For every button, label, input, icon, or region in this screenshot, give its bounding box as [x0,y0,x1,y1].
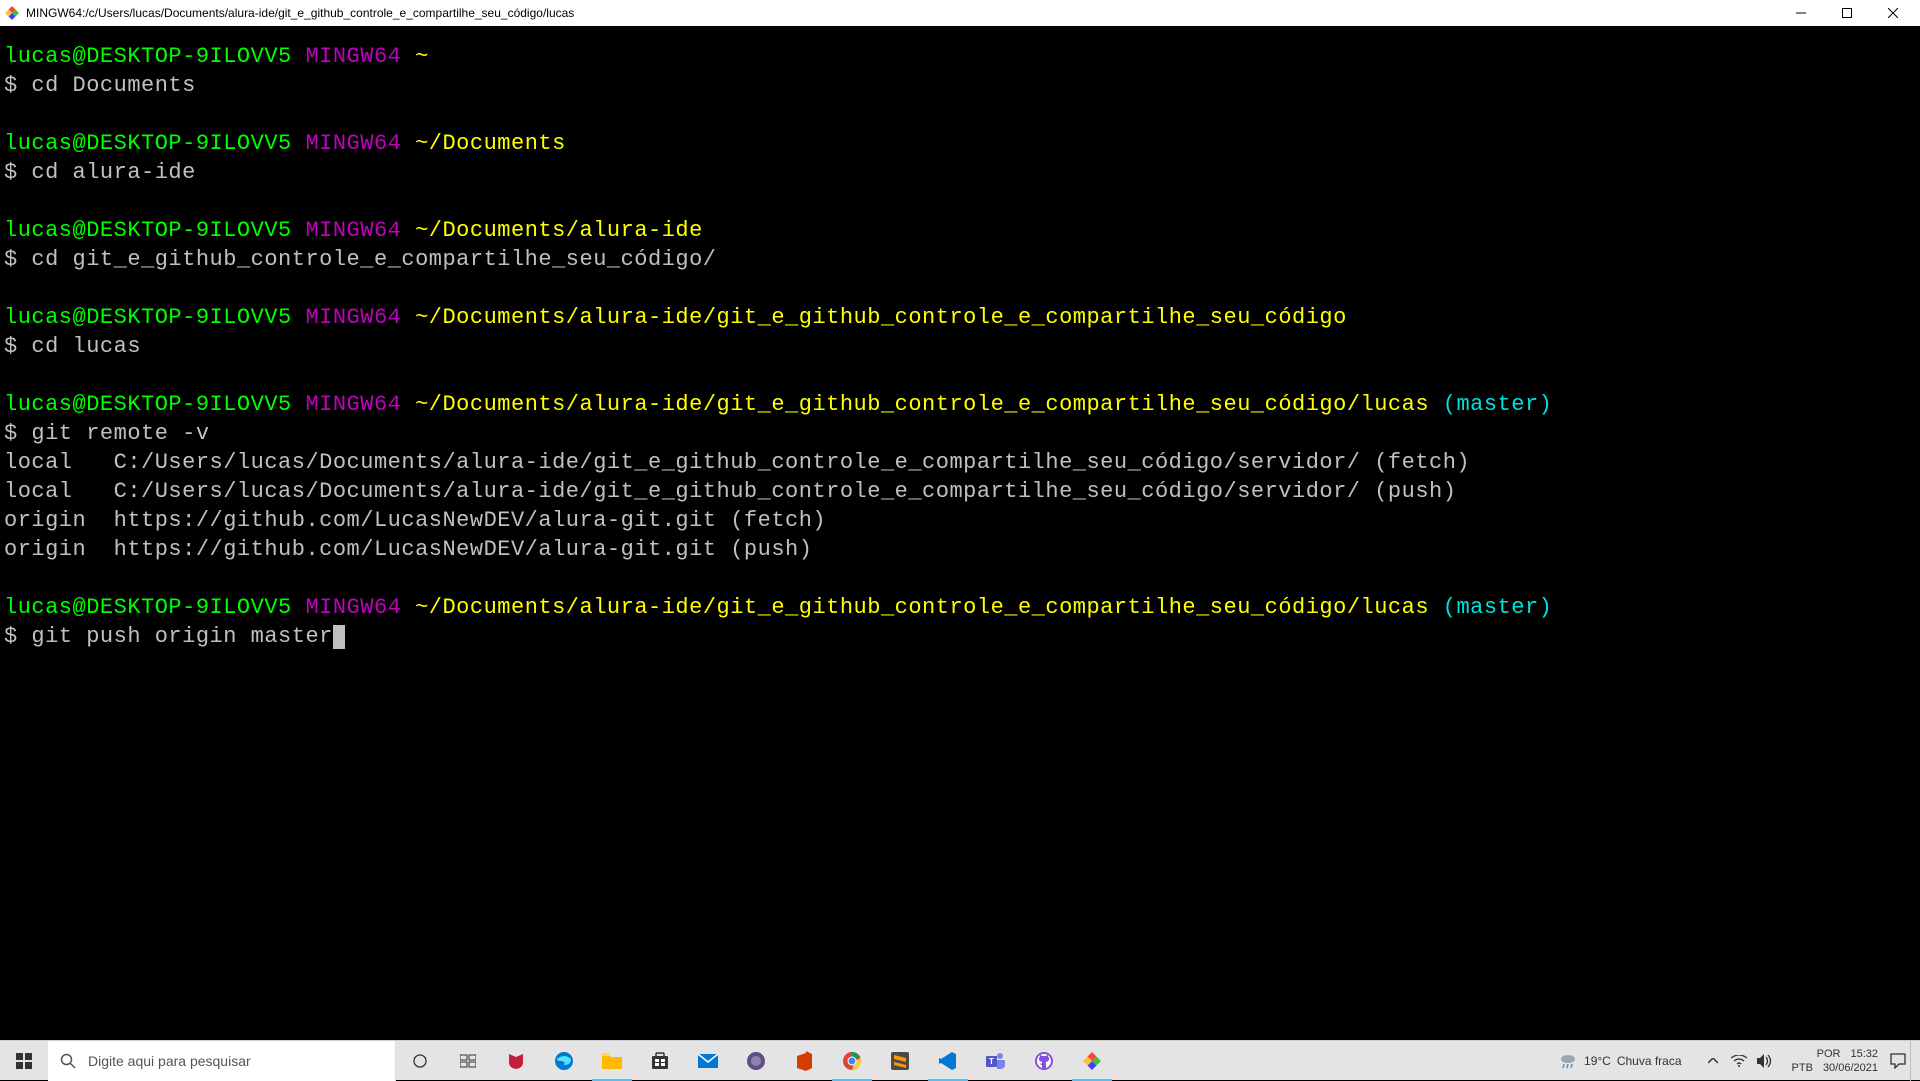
terminal-area[interactable]: lucas@DESKTOP-9ILOVV5 MINGW64 ~$ cd Docu… [0,26,1920,1040]
date: 30/06/2021 [1823,1061,1878,1075]
git-bash-icon[interactable] [1068,1041,1116,1081]
weather-temp: 19°C [1584,1054,1611,1068]
weather-widget[interactable]: 19°C Chuva fraca [1546,1051,1694,1071]
window-title-bar: MINGW64:/c/Users/lucas/Documents/alura-i… [0,0,1920,26]
search-placeholder: Digite aqui para pesquisar [88,1053,251,1069]
mail-icon[interactable] [684,1041,732,1081]
weather-icon [1558,1051,1578,1071]
wifi-icon[interactable] [1728,1050,1750,1072]
clock[interactable]: POR 15:32 PTB 30/06/2021 [1784,1047,1886,1075]
github-desktop-icon[interactable] [1020,1041,1068,1081]
firefox-icon[interactable] [732,1041,780,1081]
time: 15:32 [1850,1047,1878,1061]
mcafee-icon[interactable] [492,1041,540,1081]
start-button[interactable] [0,1041,48,1081]
teams-icon[interactable]: T [972,1041,1020,1081]
task-view-button[interactable] [396,1041,444,1081]
svg-text:T: T [989,1057,994,1066]
tray-chevron-icon[interactable] [1702,1050,1724,1072]
search-input[interactable]: Digite aqui para pesquisar [48,1041,396,1081]
app-icon [4,5,20,21]
notifications-button[interactable] [1886,1041,1910,1081]
taskbar: Digite aqui para pesquisar [0,1040,1920,1080]
show-desktop-button[interactable] [1910,1041,1916,1081]
file-explorer-icon[interactable] [588,1041,636,1081]
window-controls [1778,0,1916,26]
close-button[interactable] [1870,0,1916,26]
system-tray: 19°C Chuva fraca POR 15:32 PTB 30/06/202… [1546,1041,1920,1081]
vscode-icon[interactable] [924,1041,972,1081]
edge-icon[interactable] [540,1041,588,1081]
weather-desc: Chuva fraca [1617,1054,1682,1068]
minimize-button[interactable] [1778,0,1824,26]
window-title: MINGW64:/c/Users/lucas/Documents/alura-i… [26,6,1778,20]
volume-icon[interactable] [1754,1050,1776,1072]
task-icons: T [396,1041,1116,1081]
chrome-icon[interactable] [828,1041,876,1081]
kb-lang: POR [1817,1047,1841,1061]
search-icon [60,1053,76,1069]
maximize-button[interactable] [1824,0,1870,26]
cortana-button[interactable] [444,1041,492,1081]
microsoft-store-icon[interactable] [636,1041,684,1081]
office-icon[interactable] [780,1041,828,1081]
sublime-icon[interactable] [876,1041,924,1081]
kb-layout: PTB [1792,1061,1813,1075]
